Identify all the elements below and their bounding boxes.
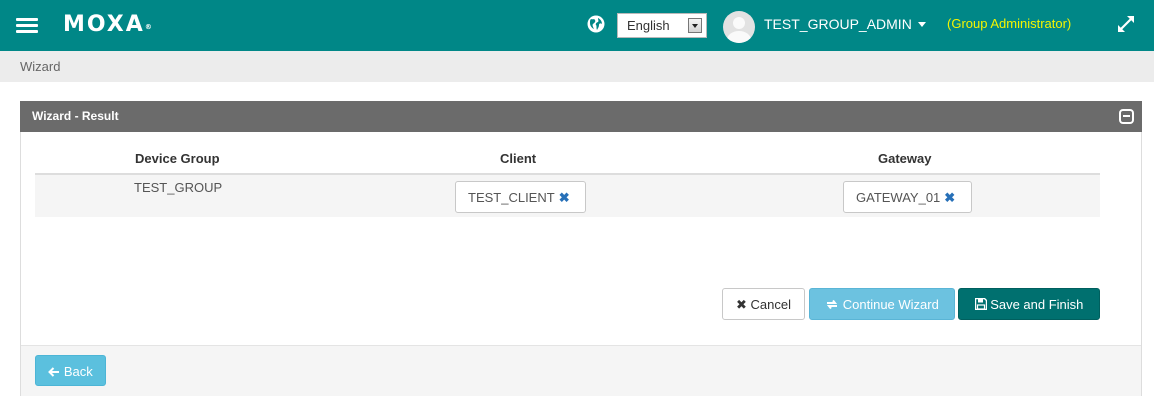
remove-icon[interactable]: ✖ [944, 190, 955, 205]
expand-icon[interactable] [1116, 14, 1136, 34]
client-tag-label: TEST_CLIENT [468, 190, 555, 205]
panel-footer [21, 345, 1141, 396]
dropdown-arrow-icon[interactable] [688, 18, 702, 33]
back-label: Back [63, 364, 93, 379]
collapse-icon[interactable] [1119, 109, 1134, 124]
top-navbar: MOXA® English TEST_GROUP_ADMIN (Group Ad… [0, 0, 1154, 51]
column-header-device-group: Device Group [135, 151, 220, 166]
logo-text: MOXA [63, 12, 145, 37]
username-label: TEST_GROUP_ADMIN [764, 16, 912, 32]
continue-wizard-label: Continue Wizard [842, 297, 939, 312]
language-select[interactable]: English [617, 13, 707, 38]
save-and-finish-button[interactable]: Save and Finish [958, 288, 1100, 320]
column-header-gateway: Gateway [878, 151, 932, 166]
panel-title: Wizard - Result [32, 109, 119, 123]
moxa-logo: MOXA® [63, 11, 152, 39]
save-icon [974, 297, 987, 311]
breadcrumb: Wizard [0, 51, 1154, 82]
user-menu[interactable]: TEST_GROUP_ADMIN [764, 16, 926, 32]
arrow-left-icon [48, 367, 60, 377]
gateway-tag-label: GATEWAY_01 [856, 190, 941, 205]
panel-header: Wizard - Result [20, 101, 1142, 132]
save-and-finish-label: Save and Finish [990, 297, 1084, 312]
avatar-icon[interactable] [723, 11, 755, 43]
column-header-client: Client [500, 151, 537, 166]
device-group-cell: TEST_GROUP [134, 180, 223, 195]
breadcrumb-item-wizard: Wizard [20, 59, 61, 74]
role-label: (Group Administrator) [947, 16, 1072, 31]
times-icon: ✖ [736, 297, 747, 312]
client-tag: TEST_CLIENT ✖ [455, 181, 586, 213]
caret-down-icon [917, 21, 926, 27]
continue-wizard-button[interactable]: Continue Wizard [809, 288, 955, 320]
logo-trademark: ® [144, 23, 152, 31]
gateway-tag: GATEWAY_01 ✖ [843, 181, 972, 213]
cancel-label: Cancel [750, 297, 791, 312]
remove-icon[interactable]: ✖ [559, 190, 570, 205]
menu-icon[interactable] [16, 18, 38, 34]
globe-icon [587, 15, 605, 33]
language-value: English [627, 18, 670, 33]
refresh-icon [827, 299, 838, 310]
cancel-button[interactable]: ✖ Cancel [722, 288, 805, 320]
back-button[interactable]: Back [35, 355, 106, 386]
